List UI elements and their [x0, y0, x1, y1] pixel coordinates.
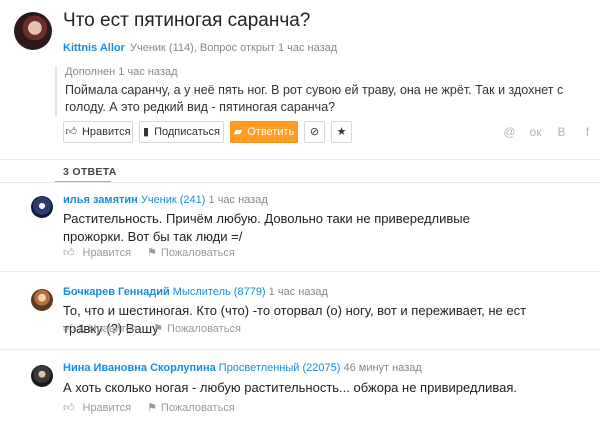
answer-author-rank: Мыслитель (8779) — [172, 286, 266, 298]
flag-icon: ⚑ — [147, 402, 157, 414]
block-button[interactable]: ⊘ — [304, 121, 325, 143]
share-icons: @ ок В f — [503, 125, 594, 139]
answer-author-avatar[interactable] — [31, 365, 53, 387]
answer-actions: 👍︎ Нравится ⚑ Пожаловаться — [63, 246, 235, 260]
question-addition: Дополнен 1 час назад Поймала саранчу, а … — [55, 66, 585, 116]
share-mail-icon[interactable]: @ — [503, 125, 516, 139]
answer-author-name[interactable]: Нина Ивановна Скорлупина — [63, 362, 216, 374]
answer-button-label: Ответить — [247, 126, 295, 138]
answer-text: А хоть сколько ногая - любую растительно… — [63, 380, 517, 395]
answer-like-count: 1 — [78, 322, 85, 335]
answer-timestamp: 1 час назад — [208, 194, 268, 206]
answer-like-button[interactable]: 👍︎ Нравится — [63, 246, 132, 260]
answer-report-button[interactable]: ⚑ Пожаловаться — [147, 246, 235, 260]
thumbs-up-icon: 👍︎ — [63, 247, 75, 259]
answer-actions: 👍︎ Нравится ⚑ Пожаловаться — [63, 401, 235, 415]
question-meta-text: Ученик (114), Вопрос открыт 1 час назад — [130, 42, 338, 54]
answer-text: Растительность. Причём любую. Довольно т… — [63, 211, 470, 244]
answer-like-label: Нравится — [88, 322, 138, 335]
answer-actions: 👍︎ 1 Нравится ⚑ Пожаловаться — [63, 322, 241, 336]
answer-header: Нина Ивановна Скорлупина Просветленный (… — [63, 362, 422, 374]
answer-timestamp: 1 час назад — [268, 286, 328, 298]
bookmark-icon: ▮ — [143, 125, 150, 138]
answer-author-avatar[interactable] — [31, 289, 53, 311]
like-button-label: Нравится — [81, 126, 131, 138]
answer-like-button[interactable]: 👍︎ Нравится — [63, 401, 132, 415]
answer-author-name[interactable]: Бочкарев Геннадий — [63, 286, 170, 298]
thumbs-up-icon: 👍︎ — [63, 323, 75, 335]
thumbs-up-icon: 👍︎ — [63, 402, 75, 414]
answer-like-label: Нравится — [82, 401, 132, 414]
answer-report-label: Пожаловаться — [160, 246, 235, 259]
answer-author-rank: Просветленный (22075) — [218, 362, 341, 374]
star-icon: ★ — [336, 125, 347, 138]
question-actions: 👍︎ Нравится ▮ Подписаться ▰ Ответить ⊘ ★ — [63, 121, 352, 143]
favorite-button[interactable]: ★ — [331, 121, 352, 143]
answer-report-label: Пожаловаться — [167, 322, 241, 335]
answer-author-name[interactable]: илья замятин — [63, 194, 138, 206]
divider — [0, 159, 600, 160]
answer-separator — [0, 349, 600, 350]
share-facebook-icon[interactable]: f — [581, 125, 594, 139]
answer-report-label: Пожаловаться — [160, 401, 235, 414]
flag-icon: ⚑ — [147, 247, 157, 259]
answer-like-button[interactable]: 👍︎ 1 Нравится — [63, 322, 138, 336]
block-icon: ⊘ — [309, 125, 320, 138]
answer-timestamp: 46 минут назад — [343, 362, 422, 374]
flag-icon: ⚑ — [153, 323, 164, 335]
share-ok-icon[interactable]: ок — [529, 125, 542, 139]
addition-timestamp: Дополнен 1 час назад — [65, 66, 178, 78]
answer-author-rank: Ученик (241) — [140, 194, 206, 206]
thumbs-up-icon: 👍︎ — [65, 125, 77, 138]
answer-button[interactable]: ▰ Ответить — [230, 121, 298, 143]
question-meta: Kittnis Allor Ученик (114), Вопрос откры… — [63, 42, 337, 54]
answer-report-button[interactable]: ⚑ Пожаловаться — [147, 401, 235, 415]
answer-separator — [0, 271, 600, 272]
answer-header: илья замятин Ученик (241) 1 час назад — [63, 194, 268, 206]
subscribe-button-label: Подписаться — [154, 126, 220, 138]
question-title: Что ест пятиногая саранча? — [63, 10, 311, 31]
question-author-link[interactable]: Kittnis Allor — [63, 42, 125, 54]
subscribe-button[interactable]: ▮ Подписаться — [139, 121, 224, 143]
addition-text: Поймала саранчу, а у неё пять ног. В рот… — [65, 83, 564, 114]
answers-count-tab[interactable]: 3 ОТВЕТА — [63, 166, 117, 178]
reply-icon: ▰ — [233, 125, 243, 138]
answer-report-button[interactable]: ⚑ Пожаловаться — [153, 322, 241, 336]
answer-like-label: Нравится — [82, 246, 132, 259]
question-author-avatar[interactable] — [14, 12, 52, 50]
answer-author-avatar[interactable] — [31, 196, 53, 218]
divider — [0, 182, 600, 183]
answer-header: Бочкарев Геннадий Мыслитель (8779) 1 час… — [63, 286, 328, 298]
like-button[interactable]: 👍︎ Нравится — [63, 121, 133, 143]
share-vk-icon[interactable]: В — [555, 125, 568, 139]
